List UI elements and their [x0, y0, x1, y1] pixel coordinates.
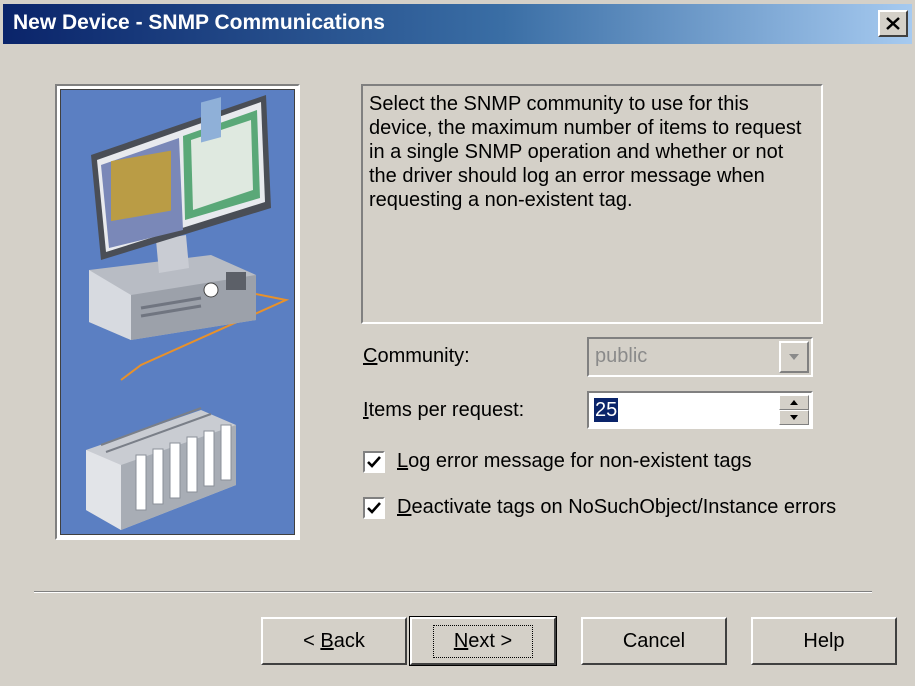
- community-label: Community:: [363, 345, 470, 368]
- deactivate-tags-mnemonic: D: [397, 496, 412, 518]
- next-button-focus: Next >: [432, 624, 534, 658]
- community-label-text: ommunity:: [377, 345, 470, 367]
- wizard-illustration: [60, 89, 295, 535]
- checkmark-icon: [367, 501, 381, 514]
- back-button-prefix: <: [303, 629, 321, 652]
- back-button[interactable]: < Back: [261, 617, 407, 665]
- community-label-mnemonic: C: [363, 345, 378, 367]
- log-error-text: og error message for non-existent tags: [408, 450, 752, 472]
- items-label-text: tems per request:: [368, 399, 525, 421]
- help-button[interactable]: Help: [751, 617, 897, 665]
- computer-and-plc-illustration: [61, 90, 294, 534]
- log-error-mnemonic: L: [397, 450, 409, 472]
- close-button[interactable]: [878, 10, 908, 37]
- log-error-checkbox-row[interactable]: Log error message for non-existent tags: [363, 450, 752, 473]
- log-error-label: Log error message for non-existent tags: [397, 450, 752, 473]
- deactivate-tags-text: eactivate tags on NoSuchObject/Instance …: [411, 496, 837, 518]
- window-title: New Device - SNMP Communications: [13, 11, 385, 34]
- community-dropdown[interactable]: public: [587, 337, 813, 377]
- community-value: public: [595, 345, 648, 367]
- deactivate-tags-checkbox[interactable]: [363, 496, 385, 519]
- community-dropdown-button[interactable]: [779, 341, 809, 373]
- button-separator: [34, 591, 872, 593]
- spin-down-button[interactable]: [779, 410, 809, 425]
- title-bar[interactable]: New Device - SNMP Communications: [3, 4, 912, 44]
- cancel-button[interactable]: Cancel: [581, 617, 727, 665]
- checkmark-icon: [367, 455, 381, 468]
- spinner-buttons: [779, 395, 809, 425]
- next-button[interactable]: Next >: [409, 616, 557, 666]
- back-button-text: ack: [333, 629, 365, 652]
- next-button-text: ext >: [468, 629, 513, 652]
- items-per-request-input[interactable]: 25: [594, 398, 619, 422]
- snmp-communications-dialog: New Device - SNMP Communications Select …: [0, 0, 915, 686]
- arrow-up-icon: [790, 400, 798, 405]
- arrow-down-icon: [790, 415, 798, 420]
- wizard-illustration-frame: [55, 84, 300, 540]
- next-button-mnemonic: N: [453, 629, 469, 652]
- log-error-checkbox[interactable]: [363, 450, 385, 473]
- spin-up-button[interactable]: [779, 395, 809, 410]
- chevron-down-icon: [789, 354, 799, 360]
- items-per-request-spinner[interactable]: 25: [587, 391, 813, 429]
- close-icon: [886, 17, 900, 30]
- items-per-request-label: Items per request:: [363, 399, 524, 422]
- back-button-mnemonic: B: [320, 629, 334, 652]
- description-text: Select the SNMP community to use for thi…: [361, 84, 823, 324]
- deactivate-tags-checkbox-row[interactable]: Deactivate tags on NoSuchObject/Instance…: [363, 496, 836, 519]
- deactivate-tags-label: Deactivate tags on NoSuchObject/Instance…: [397, 496, 836, 519]
